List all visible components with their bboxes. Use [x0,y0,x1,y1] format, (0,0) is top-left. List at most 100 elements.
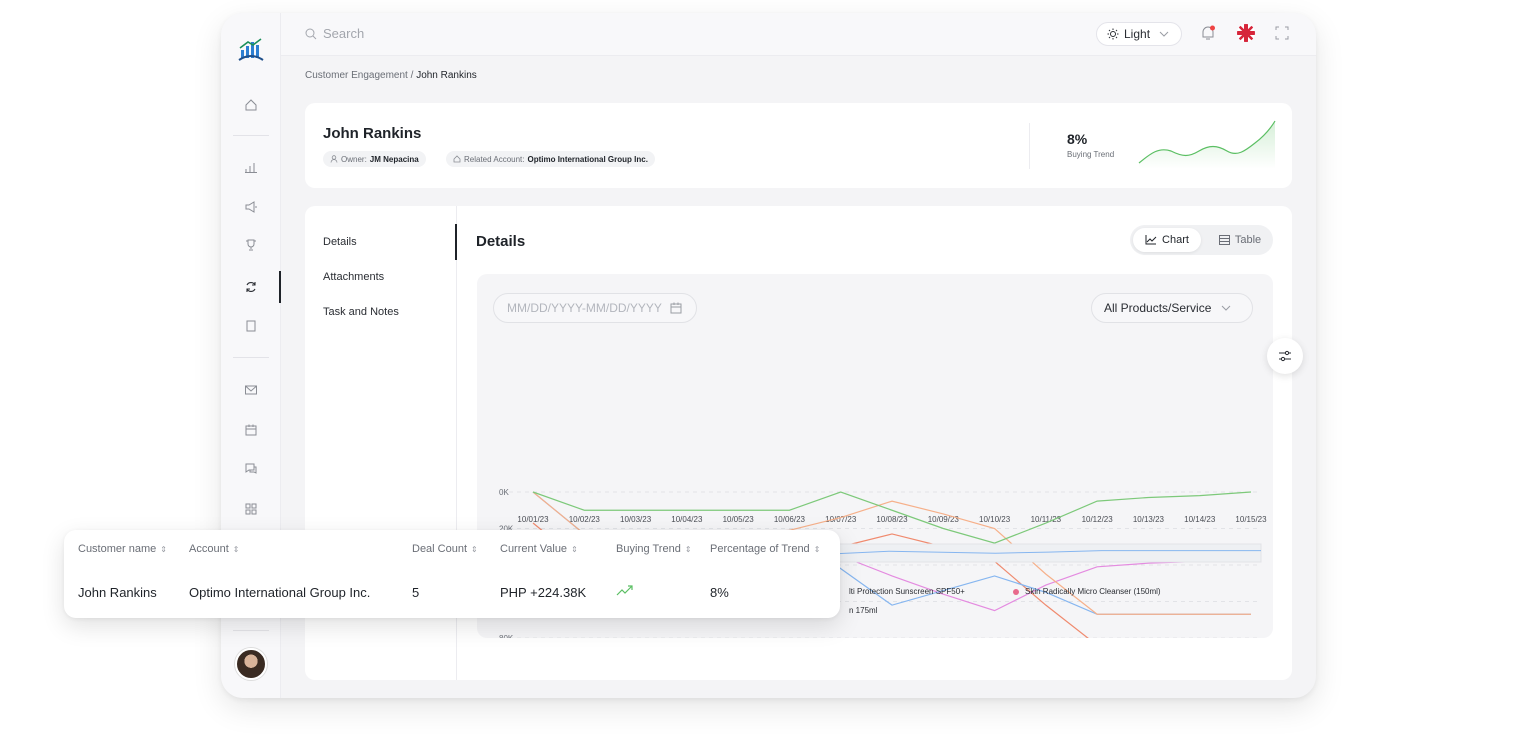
uk-flag-icon[interactable] [1237,24,1255,42]
search-input[interactable]: Search [323,26,364,41]
chart-settings-button[interactable] [1267,338,1303,374]
sidebar-divider [233,630,269,631]
column-header-customer-name[interactable]: Customer name ⇕ [78,543,167,555]
buying-trend-value: 8% [1067,131,1088,147]
sort-icon: ⇕ [160,544,167,554]
column-header-account[interactable]: Account ⇕ [189,543,239,555]
book-icon[interactable] [241,316,261,336]
sliders-icon [1279,350,1291,362]
user-avatar[interactable] [235,648,267,680]
theme-dropdown[interactable]: Light [1096,22,1182,46]
logo-icon[interactable] [234,33,268,67]
tab-details[interactable]: Details [323,236,357,248]
search-box[interactable]: Search [305,26,364,41]
x-tick-label: 10/10/23 [979,515,1011,524]
table-icon [1218,235,1230,245]
chart-view-label: Chart [1162,234,1189,246]
sort-icon: ⇕ [684,544,692,554]
notifications-button[interactable] [1199,24,1217,47]
x-tick-label: 10/01/23 [517,515,549,524]
related-account-chip: Related Account: Optimo International Gr… [446,151,655,167]
chart-view-button[interactable]: Chart [1133,228,1201,252]
header-divider [1029,123,1030,169]
chevron-down-icon [1159,31,1169,37]
tab-task-and-notes[interactable]: Task and Notes [323,306,399,318]
x-tick-label: 10/12/23 [1082,515,1114,524]
breadcrumb-current: John Rankins [416,70,477,81]
sort-icon: ⇕ [471,544,478,554]
customer-name: John Rankins [323,125,422,142]
x-tick-label: 10/14/23 [1184,515,1216,524]
column-header-percentage-of-trend[interactable]: Percentage of Trend ⇕ [710,543,820,555]
legend-label: lti Protection Sunscreen SPF50+ [849,587,965,596]
customer-summary-table: Customer name ⇕ Account ⇕ Deal Count ⇕ Curr… [64,530,840,618]
tab-attachments[interactable]: Attachments [323,271,384,283]
buying-trend-label: Buying Trend [1067,150,1115,159]
trend-up-icon [616,583,634,600]
megaphone-icon[interactable] [241,197,261,217]
cell-customer-name[interactable]: John Rankins [78,585,157,600]
owner-value: JM Nepacina [369,154,419,164]
details-title: Details [476,233,526,250]
cell-current-value: PHP +224.38K [500,585,587,600]
header-label: Customer name [78,543,157,555]
table-view-button[interactable]: Table [1210,228,1270,252]
sun-icon [1107,28,1119,40]
x-tick-label: 10/04/23 [671,515,703,524]
bell-icon [1202,25,1215,40]
x-tick-label: 10/07/23 [825,515,857,524]
x-tick-label: 10/08/23 [876,515,908,524]
cell-percentage-of-trend: 8% [710,585,729,600]
search-icon [305,28,317,39]
view-toggle: Chart Table [1130,225,1273,255]
bar-chart-icon[interactable] [241,157,261,177]
cell-deal-count: 5 [412,585,420,600]
refresh-icon[interactable] [241,277,261,297]
column-header-deal-count[interactable]: Deal Count ⇕ [412,543,478,555]
header-label: Buying Trend [616,543,681,555]
x-tick-label: 10/05/23 [723,515,755,524]
owner-label: Owner: [341,154,367,164]
x-tick-label: 10/02/23 [569,515,601,524]
grid-icon[interactable] [241,499,261,519]
header-label: Account [189,543,229,555]
user-icon [330,155,338,163]
topbar: Search Light [281,13,1316,56]
related-account-value[interactable]: Optimo International Group Inc. [527,155,647,164]
legend-item-sunscreen: lti Protection Sunscreen SPF50+ [849,587,965,596]
tab-active-indicator [455,224,457,260]
legend-label: n 175ml [849,606,878,615]
table-view-label: Table [1234,234,1262,246]
x-tick-label: 10/06/23 [774,515,806,524]
x-tick-label: 10/15/23 [1235,515,1267,524]
legend-label: Skin Radically Micro Cleanser (150ml) [1025,587,1161,596]
legend-swatch [1013,588,1019,595]
home-icon[interactable] [241,95,261,115]
y-tick-label: 0K [499,488,509,497]
sort-icon: ⇕ [813,544,821,554]
line-chart-icon [1145,235,1157,245]
header-label: Deal Count [412,543,468,555]
expand-icon [1275,26,1289,40]
fullscreen-button[interactable] [1275,26,1289,45]
x-tick-label: 10/03/23 [620,515,652,524]
calendar-icon[interactable] [241,420,261,440]
column-header-buying-trend[interactable]: Buying Trend ⇕ [616,543,692,555]
cell-account[interactable]: Optimo International Group Inc. [189,585,370,600]
x-tick-label: 10/13/23 [1133,515,1165,524]
column-header-current-value[interactable]: Current Value ⇕ [500,543,578,555]
chat-icon[interactable] [241,459,261,479]
legend-item-cleanser: Skin Radically Micro Cleanser (150ml) [1013,587,1161,596]
breadcrumb: Customer Engagement / John Rankins [305,70,477,81]
theme-label: Light [1124,27,1151,41]
breadcrumb-parent[interactable]: Customer Engagement [305,70,408,81]
mail-icon[interactable] [241,380,261,400]
trophy-icon[interactable] [241,235,261,255]
header-label: Percentage of Trend [710,543,810,555]
header-label: Current Value [500,543,568,555]
sort-icon: ⇕ [232,544,240,554]
x-tick-label: 10/09/23 [928,515,960,524]
legend-item-175ml: n 175ml [849,606,877,615]
related-account-label: Related Account: [464,154,525,164]
sidebar-divider [233,135,269,136]
